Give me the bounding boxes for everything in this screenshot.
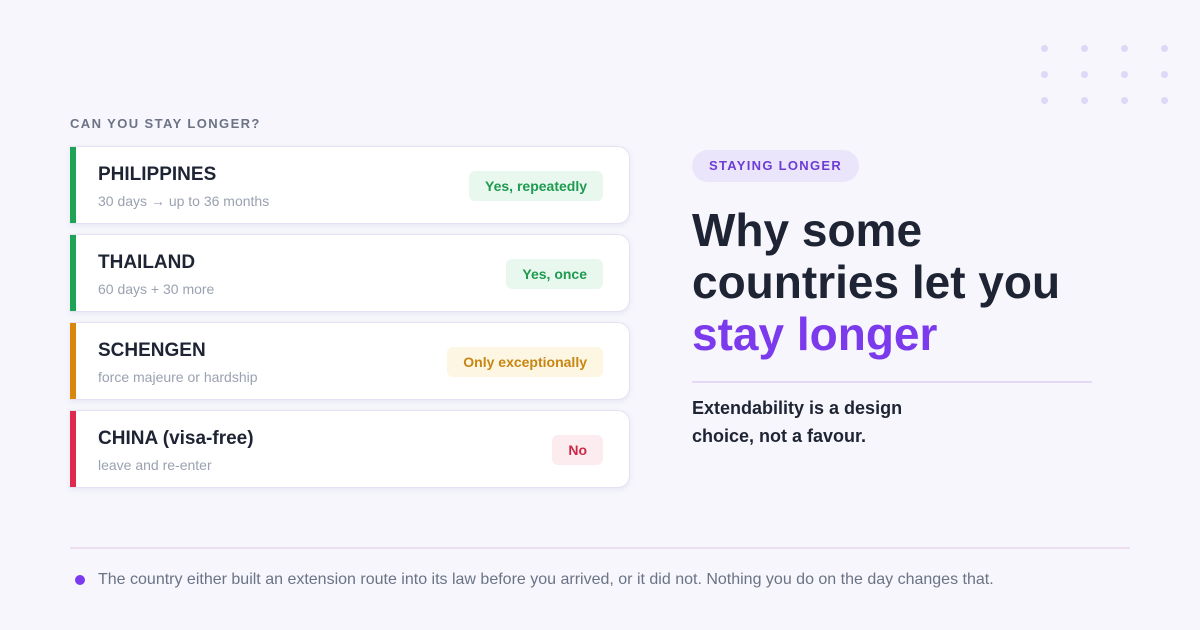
country-detail: 60 days + 30 more [98, 281, 215, 297]
section-label: CAN YOU STAY LONGER? [70, 116, 261, 131]
status-badge: Yes, once [506, 259, 603, 289]
country-name: CHINA (visa-free) [98, 428, 254, 449]
topic-tag: STAYING LONGER [692, 150, 860, 182]
decorative-dot-grid [1041, 45, 1176, 111]
footer-divider [70, 547, 1130, 549]
bullet-dot-icon [75, 575, 85, 585]
country-name: PHILIPPINES [98, 164, 217, 185]
subline: Extendability is a design choice, not a … [692, 398, 903, 446]
card-accent-bar [70, 147, 76, 223]
footer-note: The country either built an extension ro… [98, 571, 994, 588]
country-card-thailand: THAILAND 60 days + 30 more Yes, once [70, 234, 630, 312]
country-detail: 30 days → up to 36 months [98, 193, 270, 209]
country-detail: force majeure or hardship [98, 369, 258, 385]
share-card: CAN YOU STAY LONGER? PHILIPPINES 30 days… [0, 0, 1200, 630]
headline-line-2: countries let you [692, 256, 1061, 308]
status-badge: No [552, 435, 603, 465]
country-name: THAILAND [98, 252, 196, 273]
country-detail: leave and re-enter [98, 457, 212, 473]
footer: The country either built an extension ro… [70, 570, 994, 590]
country-card-philippines: PHILIPPINES 30 days → up to 36 months Ye… [70, 146, 630, 224]
status-badge: Only exceptionally [447, 347, 603, 377]
card-accent-bar [70, 235, 76, 311]
country-card-list: PHILIPPINES 30 days → up to 36 months Ye… [70, 146, 630, 498]
headline-highlight: stay longer [692, 308, 938, 360]
card-accent-bar [70, 411, 76, 487]
country-card-schengen: SCHENGEN force majeure or hardship Only … [70, 322, 630, 400]
card-accent-bar [70, 323, 76, 399]
headline-divider [692, 381, 1092, 383]
headline: Why some countries let you stay longer [692, 204, 1172, 360]
country-name: SCHENGEN [98, 340, 206, 361]
status-badge: Yes, repeatedly [469, 171, 603, 201]
country-card-china: CHINA (visa-free) leave and re-enter No [70, 410, 630, 488]
headline-line-1: Why some [692, 204, 923, 256]
